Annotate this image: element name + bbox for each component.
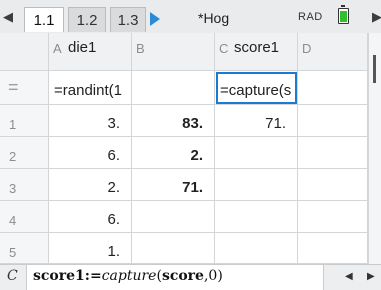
entry-cell-label: C <box>7 268 18 284</box>
cell-d5[interactable] <box>298 233 368 264</box>
column-header-c[interactable]: C score1 <box>215 33 298 71</box>
cell-b4[interactable] <box>132 201 215 233</box>
cell-a1[interactable]: 3. <box>49 105 132 137</box>
entry-line: C score1:=capture(score,0) ◀ ▶ <box>0 264 381 290</box>
entry-input[interactable]: score1:=capture(score,0) <box>26 265 324 290</box>
tab-label: 1.3 <box>117 11 139 29</box>
cell-d3[interactable] <box>298 169 368 201</box>
column-formula-a[interactable]: =randint(1 <box>49 71 132 105</box>
row-number[interactable]: 4 <box>0 201 49 233</box>
row-number[interactable]: 1 <box>0 105 49 137</box>
column-header-d[interactable]: D <box>298 33 368 71</box>
cell-c4[interactable] <box>215 201 298 233</box>
row-number[interactable]: 5 <box>0 233 49 264</box>
entry-var: score1 <box>33 268 85 284</box>
cell-a4[interactable]: 6. <box>49 201 132 233</box>
tab-label: 1.1 <box>33 11 55 29</box>
entry-rest: ,0) <box>203 268 223 284</box>
column-formula-d[interactable] <box>298 71 368 105</box>
cell-b1[interactable]: 83. <box>132 105 215 137</box>
column-formula-c[interactable]: =capture(s <box>215 71 298 105</box>
column-letter: B <box>136 41 145 56</box>
tab-1-2[interactable]: 1.2 <box>68 7 106 32</box>
angle-mode-indicator: RAD <box>298 11 323 23</box>
cell-b2[interactable]: 2. <box>132 137 215 169</box>
column-letter: C <box>219 41 229 56</box>
column-formula-b[interactable] <box>132 71 215 105</box>
cell-c1[interactable]: 71. <box>215 105 298 137</box>
row-number[interactable]: 2 <box>0 137 49 169</box>
cell-a2[interactable]: 6. <box>49 137 132 169</box>
tab-label: 1.2 <box>76 11 98 29</box>
entry-arg: score <box>161 268 204 284</box>
cell-a3[interactable]: 2. <box>49 169 132 201</box>
cell-d2[interactable] <box>298 137 368 169</box>
equals-icon: = <box>0 71 49 105</box>
corner-cell <box>0 33 49 71</box>
cell-c2[interactable] <box>215 137 298 169</box>
cell-d4[interactable] <box>298 201 368 233</box>
entry-func: capture <box>101 268 157 284</box>
cell-c5[interactable] <box>215 233 298 264</box>
column-letter: D <box>302 41 312 56</box>
entry-assign: := <box>84 268 102 284</box>
cell-c3[interactable] <box>215 169 298 201</box>
tab-scroll-left-icon[interactable]: ◀ <box>3 10 13 23</box>
entry-right-arrow-icon[interactable]: ▶ <box>367 271 375 282</box>
document-title: *Hog <box>198 10 230 26</box>
column-name: die1 <box>68 39 97 56</box>
battery-icon <box>338 5 349 24</box>
column-name: score1 <box>234 39 280 56</box>
column-header-b[interactable]: B <box>132 33 215 71</box>
cell-b3[interactable]: 71. <box>132 169 215 201</box>
tab-1-1[interactable]: 1.1 <box>24 7 64 32</box>
tab-more-icon[interactable] <box>150 12 160 26</box>
tab-1-3[interactable]: 1.3 <box>110 7 146 32</box>
entry-left-arrow-icon[interactable]: ◀ <box>345 271 353 282</box>
tab-bar: ◀ 1.1 1.2 1.3 *Hog RAD ▶ <box>0 0 381 34</box>
cell-d1[interactable] <box>298 105 368 137</box>
column-header-a[interactable]: A die1 <box>49 33 132 71</box>
tab-scroll-right-icon[interactable]: ▶ <box>372 10 381 23</box>
scrollbar-thumb[interactable] <box>373 55 376 83</box>
row-number[interactable]: 3 <box>0 169 49 201</box>
vertical-scrollbar[interactable] <box>368 33 381 264</box>
cell-b5[interactable] <box>132 233 215 264</box>
column-letter: A <box>53 41 62 56</box>
cell-a5[interactable]: 1. <box>49 233 132 264</box>
